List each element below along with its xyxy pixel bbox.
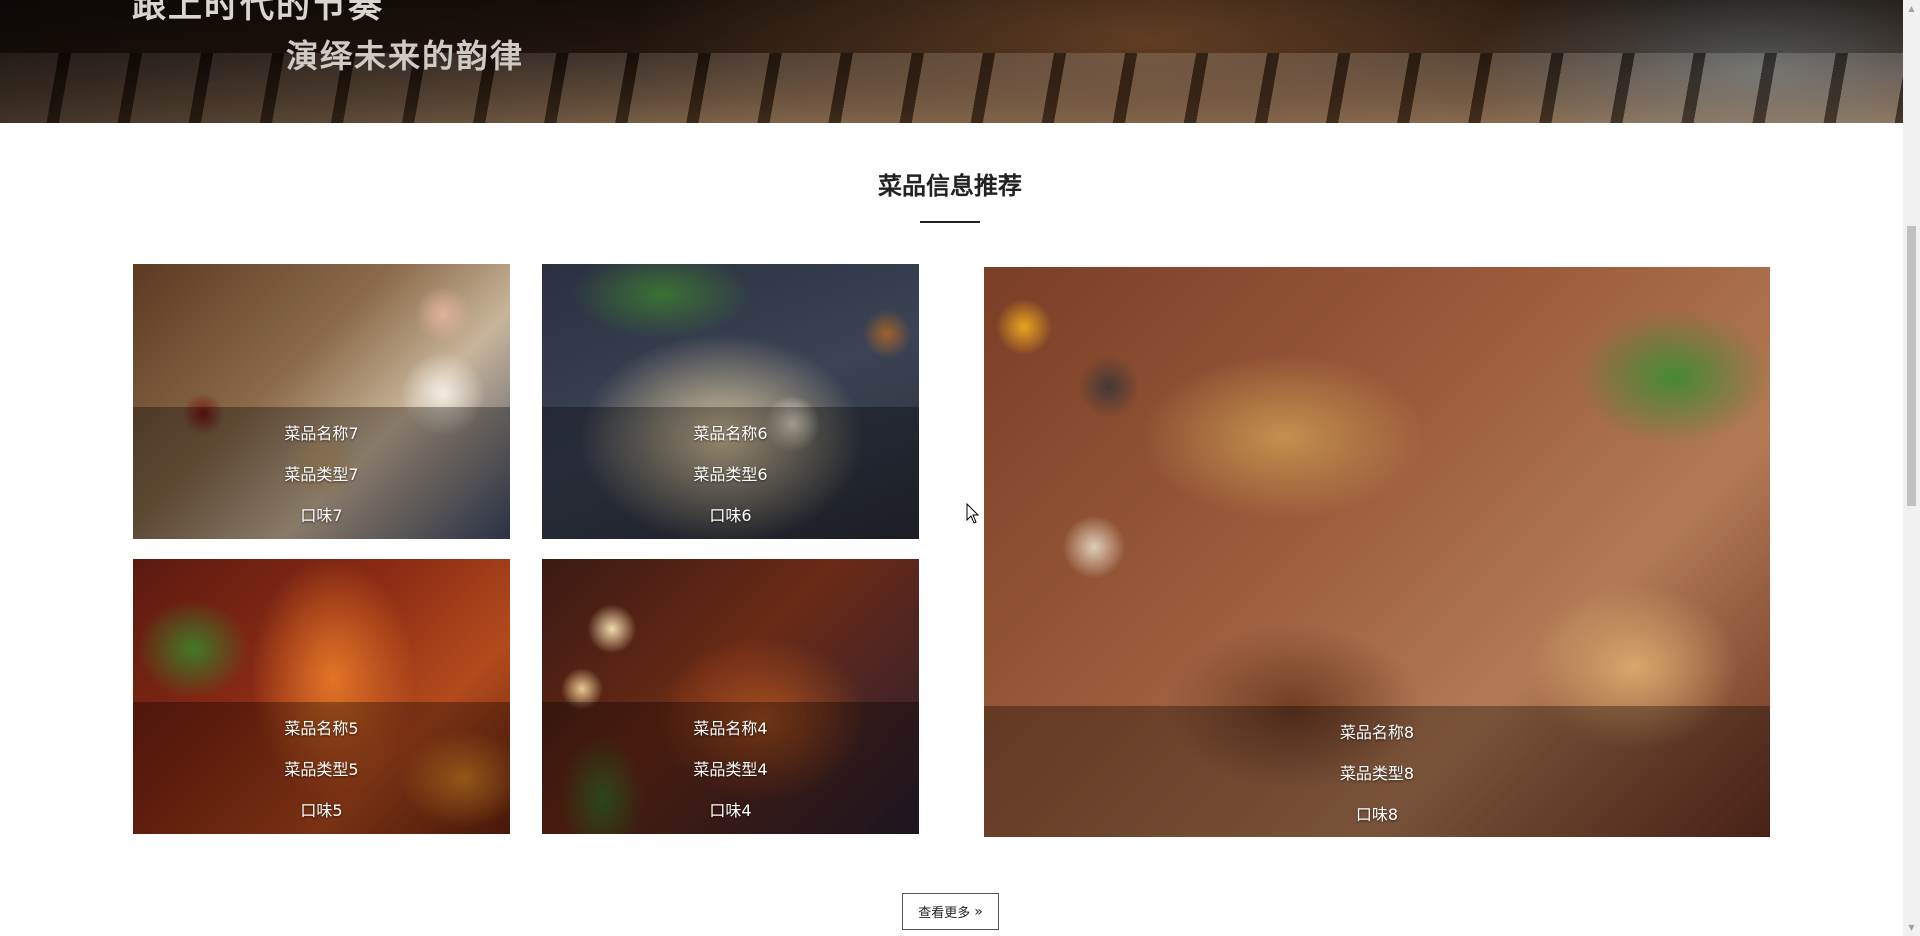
hero-subheadline: 演绎未来的韵律 (286, 37, 525, 75)
dish-card-7[interactable]: 菜品名称7 菜品类型7 口味7 (133, 264, 510, 539)
dish-info-overlay: 菜品名称5 菜品类型5 口味5 (133, 702, 510, 834)
dish-type: 菜品类型4 (693, 759, 768, 779)
vertical-scrollbar[interactable]: ▲ ▼ (1903, 0, 1920, 936)
hero-banner: 跟上时代的节奏 演绎未来的韵律 (0, 0, 1903, 123)
dish-card-6[interactable]: 菜品名称6 菜品类型6 口味6 (542, 264, 919, 539)
dish-name: 菜品名称6 (693, 423, 768, 443)
dish-info-overlay: 菜品名称4 菜品类型4 口味4 (542, 702, 919, 834)
dish-card-8[interactable]: 菜品名称8 菜品类型8 口味8 (984, 267, 1770, 837)
dish-taste: 口味7 (300, 506, 343, 526)
dish-info-overlay: 菜品名称6 菜品类型6 口味6 (542, 407, 919, 539)
dish-type: 菜品类型7 (284, 464, 359, 484)
dish-name: 菜品名称7 (284, 423, 359, 443)
dish-info-overlay: 菜品名称7 菜品类型7 口味7 (133, 407, 510, 539)
dish-name: 菜品名称4 (693, 718, 768, 738)
dish-name: 菜品名称8 (1339, 722, 1415, 742)
dish-card-4[interactable]: 菜品名称4 菜品类型4 口味4 (542, 559, 919, 834)
mouse-pointer-icon (966, 503, 980, 524)
hero-headline: 跟上时代的节奏 (132, 0, 384, 26)
dish-taste: 口味5 (300, 801, 343, 821)
dish-card-5[interactable]: 菜品名称5 菜品类型5 口味5 (133, 559, 510, 834)
scroll-down-arrow-icon[interactable]: ▼ (1903, 919, 1920, 936)
dish-type: 菜品类型6 (693, 464, 768, 484)
double-chevron-right-icon: » (974, 903, 983, 920)
dish-taste: 口味8 (1355, 804, 1399, 824)
view-more-button[interactable]: 查看更多 » (902, 893, 999, 930)
dish-taste: 口味6 (709, 506, 752, 526)
scroll-up-arrow-icon[interactable]: ▲ (1903, 0, 1920, 17)
scroll-thumb[interactable] (1907, 226, 1916, 506)
dish-type: 菜品类型8 (1339, 763, 1415, 783)
dish-info-overlay: 菜品名称8 菜品类型8 口味8 (984, 706, 1770, 837)
dish-type: 菜品类型5 (284, 759, 359, 779)
section-title: 菜品信息推荐 (878, 172, 1022, 200)
dish-taste: 口味4 (709, 801, 752, 821)
view-more-label: 查看更多 (918, 906, 971, 921)
dish-name: 菜品名称5 (284, 718, 359, 738)
title-underline (920, 221, 980, 223)
